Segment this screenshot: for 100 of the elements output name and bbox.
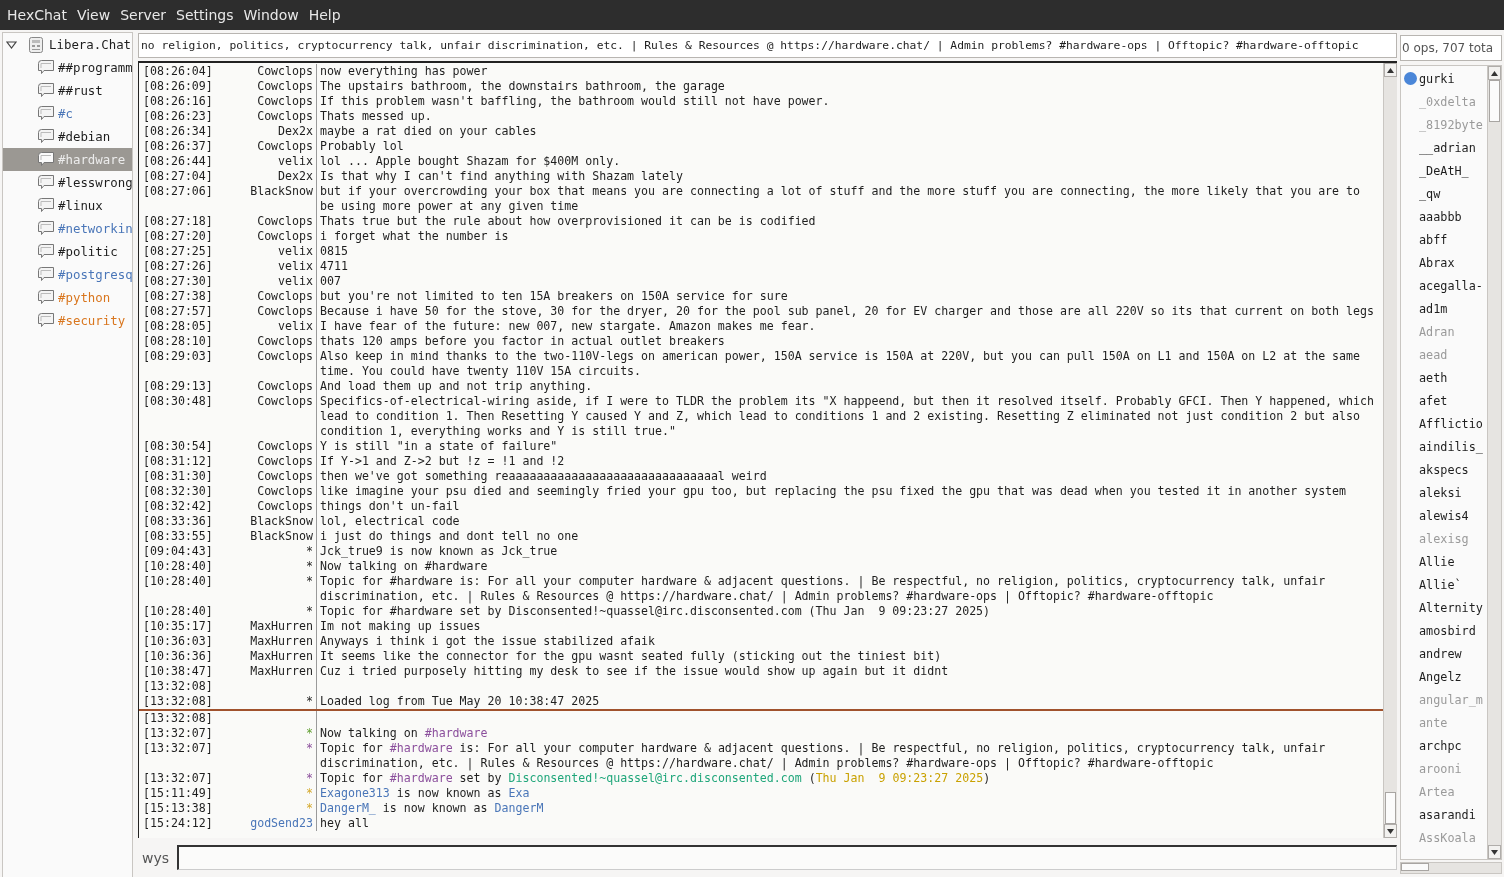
message-text: lol, electrical code bbox=[320, 514, 460, 528]
server-name[interactable]: Libera.Chat bbox=[49, 37, 132, 52]
menu-item[interactable]: Settings bbox=[171, 0, 239, 30]
user-item[interactable]: abff bbox=[1401, 228, 1487, 251]
menu-item[interactable]: Help bbox=[303, 0, 346, 30]
timestamp: [08:26:44] bbox=[142, 154, 214, 169]
timestamp: [09:04:43] bbox=[142, 544, 214, 559]
user-item[interactable]: alewis4 bbox=[1401, 504, 1487, 527]
timestamp: [13:32:08] bbox=[142, 694, 214, 709]
user-item[interactable]: ad1m bbox=[1401, 297, 1487, 320]
nick-button[interactable]: wys bbox=[138, 849, 172, 866]
timestamp: [08:29:13] bbox=[142, 379, 214, 394]
user-item[interactable]: Alternity bbox=[1401, 596, 1487, 619]
timestamp: [08:27:20] bbox=[142, 229, 214, 244]
message-text: then we've got something reaaaaaaaaaaaaaaaaaaaaaaaaaaaaaal weird bbox=[320, 469, 767, 483]
sender-label: velix bbox=[278, 244, 313, 258]
chat-bubble-icon bbox=[38, 267, 54, 282]
user-item[interactable]: akspecs bbox=[1401, 458, 1487, 481]
user-item[interactable]: Afflictio bbox=[1401, 412, 1487, 435]
message-text: DangerM_ is now known as DangerM bbox=[320, 801, 544, 815]
user-item[interactable]: aaabbb bbox=[1401, 205, 1487, 228]
channel-item[interactable]: ##rust bbox=[3, 79, 132, 102]
scroll-up-icon[interactable] bbox=[1488, 66, 1501, 80]
user-item[interactable]: acegalla- bbox=[1401, 274, 1487, 297]
timestamp: [10:36:03] bbox=[142, 634, 214, 649]
timestamp: [08:27:06] bbox=[142, 184, 214, 200]
message-text: The upstairs bathroom, the downstairs bathroom, the garage bbox=[320, 79, 725, 93]
message-input[interactable] bbox=[177, 845, 1397, 870]
chat-bubble-icon bbox=[38, 313, 54, 328]
sender-label: MaxHurren bbox=[250, 634, 313, 648]
scroll-up-icon[interactable] bbox=[1384, 63, 1397, 77]
user-item[interactable]: Angelz bbox=[1401, 665, 1487, 688]
user-item[interactable]: andrew bbox=[1401, 642, 1487, 665]
user-item[interactable]: aleksi bbox=[1401, 481, 1487, 504]
channel-item[interactable]: #postgresq bbox=[3, 263, 132, 286]
message-text: Topic for #hardware set by Disconsented!~quassel@irc.disconsented.com (Thu Jan 9 09:23:27 2025) bbox=[320, 604, 991, 618]
topic-field[interactable]: no religion, politics, cryptocurrency talk, unfair discrimination, etc. | Rules & Resources @ https://hardware.chat/ | Admin problems? #hardware-ops | Offtopic? #hardware-offtopic bbox=[138, 33, 1397, 58]
user-item[interactable]: asarandi bbox=[1401, 803, 1487, 826]
message-text: If Y->1 and Z->2 but !z = !1 and !2 bbox=[320, 454, 565, 468]
message-text: lol ... Apple bought Shazam for $400M only. bbox=[320, 154, 621, 168]
user-item[interactable]: aindilis_ bbox=[1401, 435, 1487, 458]
channel-item[interactable]: ##programm bbox=[3, 56, 132, 79]
sender-label: MaxHurren bbox=[250, 619, 313, 633]
user-item[interactable]: gurki bbox=[1401, 67, 1487, 90]
chat-bubble-icon bbox=[38, 83, 54, 98]
channel-item[interactable]: #lesswrong bbox=[3, 171, 132, 194]
message-text: Im not making up issues bbox=[320, 619, 481, 633]
scrollbar[interactable] bbox=[1487, 66, 1501, 859]
message-text: I have fear of the future: new 007, new stargate. Amazon makes me fear. bbox=[320, 319, 816, 333]
channel-item[interactable]: #debian bbox=[3, 125, 132, 148]
timestamp: [15:11:49] bbox=[142, 786, 214, 801]
scrollbar[interactable] bbox=[1383, 63, 1397, 838]
user-item[interactable]: amosbird bbox=[1401, 619, 1487, 642]
channel-item[interactable]: #politic bbox=[3, 240, 132, 263]
timestamp: [08:30:54] bbox=[142, 439, 214, 454]
timestamp: [08:26:09] bbox=[142, 79, 214, 94]
user-item[interactable]: Abrax bbox=[1401, 251, 1487, 274]
user-item[interactable]: _DeAtH_ bbox=[1401, 159, 1487, 182]
timestamp: [08:27:04] bbox=[142, 169, 214, 184]
scroll-down-icon[interactable] bbox=[1488, 845, 1501, 859]
channel-item[interactable]: #c bbox=[3, 102, 132, 125]
user-item[interactable]: Allie bbox=[1401, 550, 1487, 573]
user-item[interactable]: __adrian bbox=[1401, 136, 1487, 159]
user-item[interactable]: _qw bbox=[1401, 182, 1487, 205]
channel-item[interactable]: #linux bbox=[3, 194, 132, 217]
user-item[interactable]: aeth bbox=[1401, 366, 1487, 389]
sender-label: velix bbox=[278, 319, 313, 333]
sender-label: Cowclops bbox=[257, 469, 313, 483]
menu-item[interactable]: Window bbox=[238, 0, 304, 30]
scrollbar-thumb[interactable] bbox=[1489, 80, 1500, 122]
sender-label: Cowclops bbox=[257, 334, 313, 348]
chat-bubble-icon bbox=[38, 290, 54, 305]
timestamp: [13:32:08] bbox=[142, 679, 214, 694]
timestamp: [08:26:16] bbox=[142, 94, 214, 109]
expander-icon[interactable] bbox=[6, 40, 17, 49]
timestamp: [08:26:37] bbox=[142, 139, 214, 154]
sender-label: MaxHurren bbox=[250, 664, 313, 678]
sender-label: Cowclops bbox=[257, 139, 313, 153]
message-text: Now talking on #hardware bbox=[320, 559, 488, 573]
scrollbar-thumb[interactable] bbox=[1401, 863, 1429, 871]
menu-item[interactable]: HexChat bbox=[2, 0, 72, 30]
timestamp: [08:27:26] bbox=[142, 259, 214, 274]
timestamp: [08:27:18] bbox=[142, 214, 214, 229]
sender-label: * bbox=[306, 544, 313, 558]
message-text: It seems like the connector for the gpu wasnt seated fully (sticking out the tiniest bit) bbox=[320, 649, 942, 663]
channel-item[interactable]: #networkin bbox=[3, 217, 132, 240]
sender-label: Cowclops bbox=[257, 289, 313, 303]
sender-label: velix bbox=[278, 259, 313, 273]
scrollbar-thumb[interactable] bbox=[1385, 792, 1396, 824]
chat-bubble-icon bbox=[38, 198, 54, 213]
message-text: Probably lol bbox=[320, 139, 404, 153]
user-item[interactable]: archpc bbox=[1401, 734, 1487, 757]
scroll-down-icon[interactable] bbox=[1384, 824, 1397, 838]
message-text: i just do things and dont tell no one bbox=[320, 529, 579, 543]
timestamp: [10:28:40] bbox=[142, 574, 214, 590]
menu-item[interactable]: Server bbox=[115, 0, 172, 30]
user-item[interactable]: afet bbox=[1401, 389, 1487, 412]
scrollbar[interactable] bbox=[1400, 862, 1502, 874]
menu-item[interactable]: View bbox=[71, 0, 116, 30]
user-item[interactable]: Allie` bbox=[1401, 573, 1487, 596]
